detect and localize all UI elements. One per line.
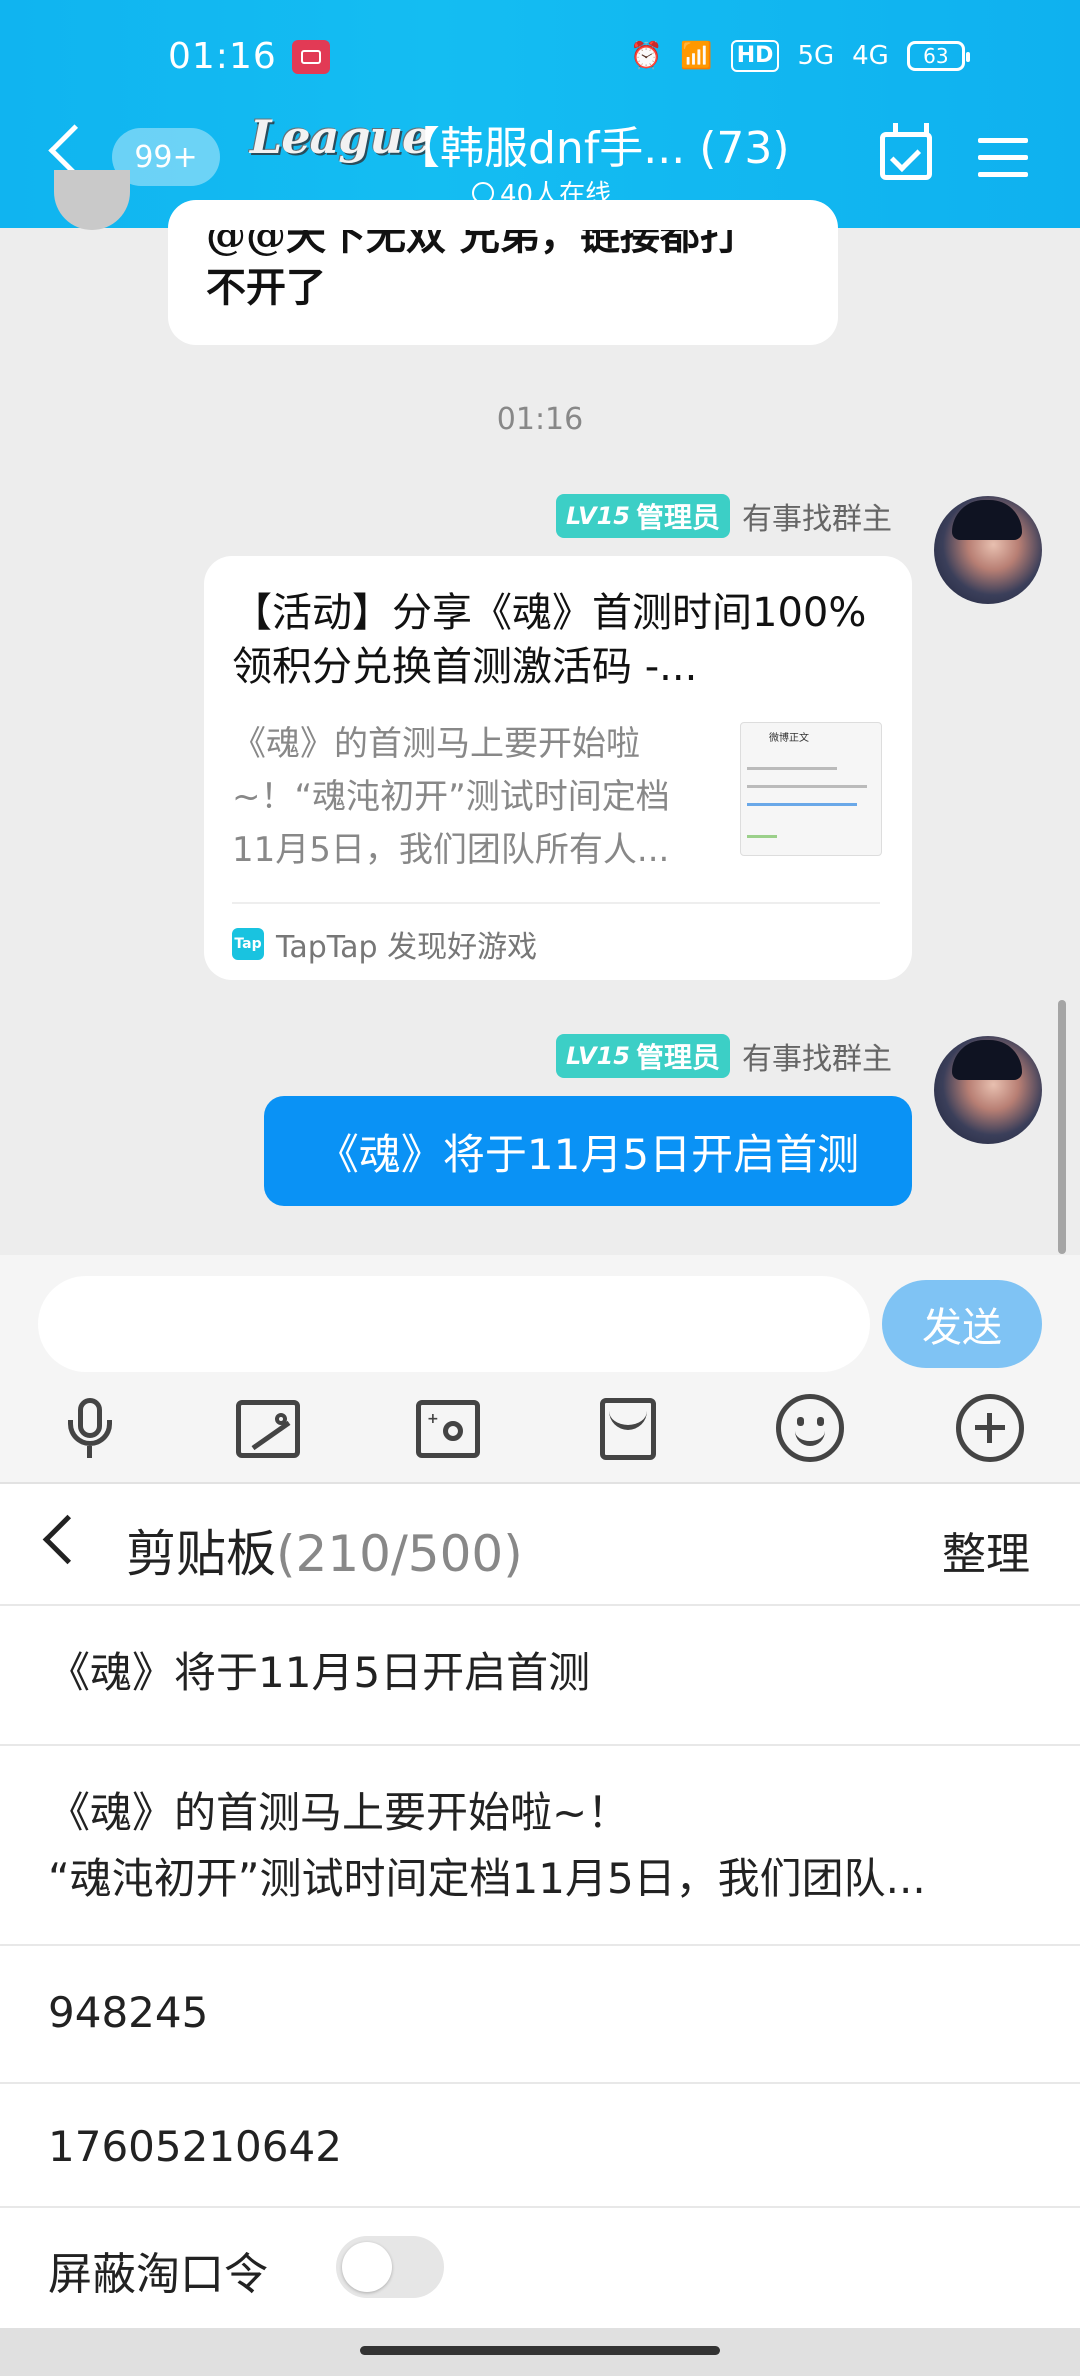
group-title[interactable]: 【韩服dnf手... (73) <box>396 112 790 176</box>
menu-icon[interactable] <box>978 138 1028 178</box>
camera-icon[interactable]: + <box>416 1400 480 1458</box>
status-icons: ⏰ 📶 HD 5G 4G 63 <box>630 36 970 76</box>
hd-icon: HD <box>730 40 780 72</box>
sender-row: LV15 管理员 有事找群主 <box>556 494 892 538</box>
image-icon[interactable] <box>236 1400 300 1458</box>
signal-5g-icon: 5G <box>797 41 835 71</box>
clipboard-count: (210/500) <box>276 1525 523 1583</box>
chat-scrollbar[interactable] <box>1058 1000 1066 1254</box>
block-taobao-label: 屏蔽淘口令 <box>48 2249 268 2300</box>
emoji-icon[interactable] <box>776 1394 844 1462</box>
organize-button[interactable]: 整理 <box>942 1518 1030 1582</box>
message-input[interactable] <box>38 1276 870 1372</box>
member-badge: LV15 管理员 <box>556 494 730 538</box>
card-description: 《魂》的首测马上要开始啦~！“魂沌初开”测试时间定档11月5日，我们团队所有人.… <box>232 724 670 870</box>
clipboard-item[interactable]: 《魂》的首测马上要开始啦~！ “魂沌初开”测试时间定档11月5日，我们团队... <box>0 1744 1080 1944</box>
chat-header: 01:16 ⏰ 📶 HD 5G 4G 63 99+ League 【韩服dnf手… <box>0 0 1080 228</box>
checkin-calendar-icon[interactable] <box>880 123 932 180</box>
taptap-icon: Tap <box>232 928 264 960</box>
battery-icon: 63 <box>906 41 970 71</box>
sender-avatar[interactable] <box>934 1036 1042 1144</box>
divider <box>0 2206 1080 2208</box>
card-source-label: TapTap 发现好游戏 <box>276 930 538 965</box>
chat-timestamp: 01:16 <box>496 402 584 437</box>
sender-avatar[interactable] <box>934 496 1042 604</box>
sender-name[interactable]: 有事找群主 <box>742 1034 892 1078</box>
clipboard-item[interactable]: 《魂》将于11月5日开启首测 <box>0 1604 1080 1744</box>
block-taobao-toggle[interactable] <box>336 2236 444 2298</box>
alarm-icon: ⏰ <box>630 41 663 71</box>
sender-name[interactable]: 有事找群主 <box>742 494 892 538</box>
clipboard-item[interactable]: 948245 <box>0 1944 1080 2082</box>
clipboard-item[interactable]: 17605210642 <box>0 2082 1080 2208</box>
member-badge: LV15 管理员 <box>556 1034 730 1078</box>
screen-record-icon <box>292 40 330 74</box>
wifi-icon: 📶 <box>680 41 713 71</box>
home-indicator[interactable] <box>360 2346 720 2355</box>
voice-icon[interactable] <box>56 1394 124 1462</box>
card-divider <box>232 902 880 904</box>
sender-row: LV15 管理员 有事找群主 <box>556 1034 892 1078</box>
back-arrow-icon[interactable] <box>48 124 101 177</box>
send-button[interactable]: 发送 <box>882 1280 1042 1368</box>
clipboard-title: 剪贴板(210/500) <box>126 1525 523 1583</box>
status-time: 01:16 <box>168 36 277 77</box>
card-thumbnail: 微博正文 <box>740 722 882 856</box>
text-message-bubble[interactable]: 《魂》将于11月5日开启首测 <box>264 1096 912 1206</box>
signal-4g-icon: 4G <box>852 41 889 71</box>
red-packet-icon[interactable] <box>600 1398 656 1460</box>
more-plus-icon[interactable] <box>956 1394 1024 1462</box>
card-source: Tap TapTap 发现好游戏 <box>232 922 537 966</box>
card-title: 【活动】分享《魂》首测时间100%领积分兑换首测激活码 -... <box>232 590 867 690</box>
